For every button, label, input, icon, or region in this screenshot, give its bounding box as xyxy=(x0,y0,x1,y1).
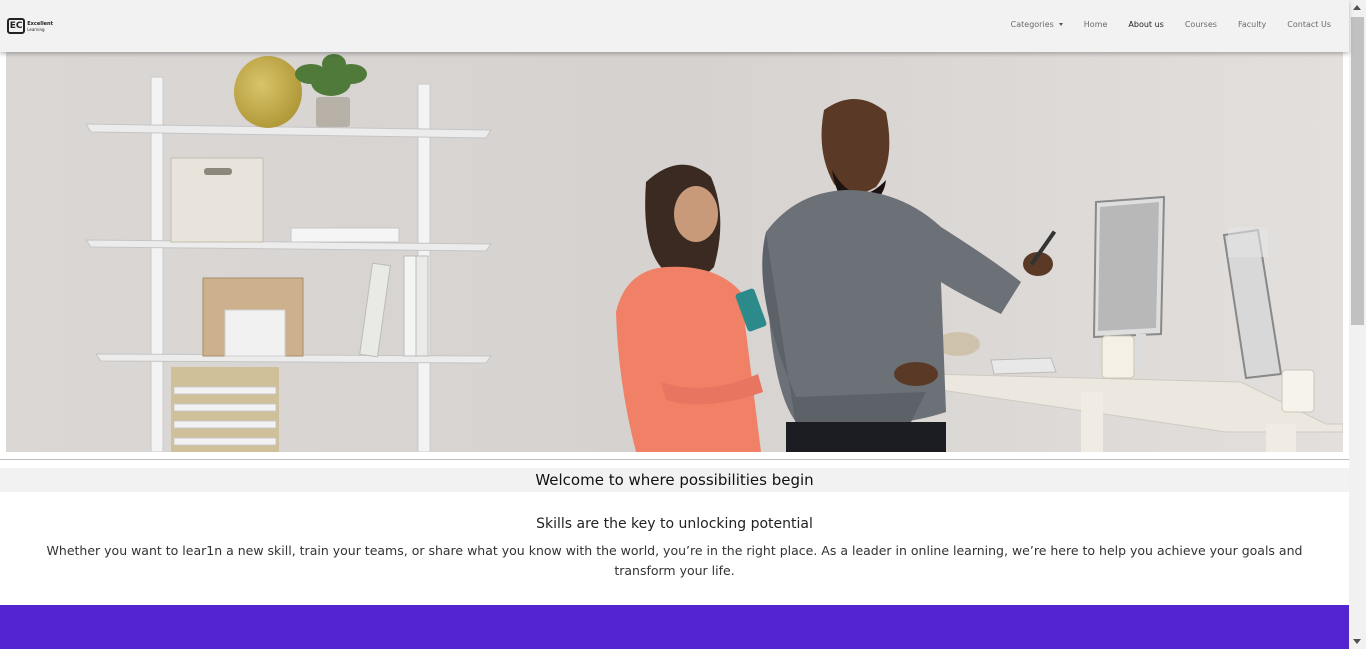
top-navbar: EC Excellent Learning Categories Home Ab… xyxy=(0,0,1349,52)
logo-name: Excellent xyxy=(27,20,53,27)
hero-image xyxy=(6,52,1343,452)
logo-mark: EC xyxy=(7,18,26,34)
skills-subheading: Skills are the key to unlocking potentia… xyxy=(536,516,813,532)
nav-about-us[interactable]: About us xyxy=(1128,20,1163,29)
vertical-scrollbar[interactable] xyxy=(1349,0,1366,649)
nav-contact-us[interactable]: Contact Us xyxy=(1287,20,1331,29)
brand-logo[interactable]: EC Excellent Learning xyxy=(7,17,53,35)
nav-courses[interactable]: Courses xyxy=(1185,20,1217,29)
scroll-up-arrow-icon[interactable] xyxy=(1353,5,1361,10)
purple-section-band xyxy=(0,605,1349,649)
logo-text: Excellent Learning xyxy=(27,21,53,32)
main-nav: Categories Home About us Courses Faculty… xyxy=(990,20,1331,29)
nav-home[interactable]: Home xyxy=(1084,20,1108,29)
scroll-down-arrow-icon[interactable] xyxy=(1353,639,1361,644)
scrollbar-thumb[interactable] xyxy=(1351,17,1364,325)
nav-faculty[interactable]: Faculty xyxy=(1238,20,1266,29)
caret-down-icon xyxy=(1058,23,1063,26)
nav-categories-label: Categories xyxy=(1010,20,1054,29)
section-divider xyxy=(0,459,1349,460)
welcome-heading: Welcome to where possibilities begin xyxy=(535,471,814,489)
welcome-banner: Welcome to where possibilities begin xyxy=(0,468,1349,492)
nav-categories[interactable]: Categories xyxy=(1011,20,1063,29)
hero-illustration xyxy=(6,52,1343,452)
intro-paragraph: Whether you want to lear1n a new skill, … xyxy=(46,543,1303,578)
logo-tagline: Learning xyxy=(27,26,45,32)
